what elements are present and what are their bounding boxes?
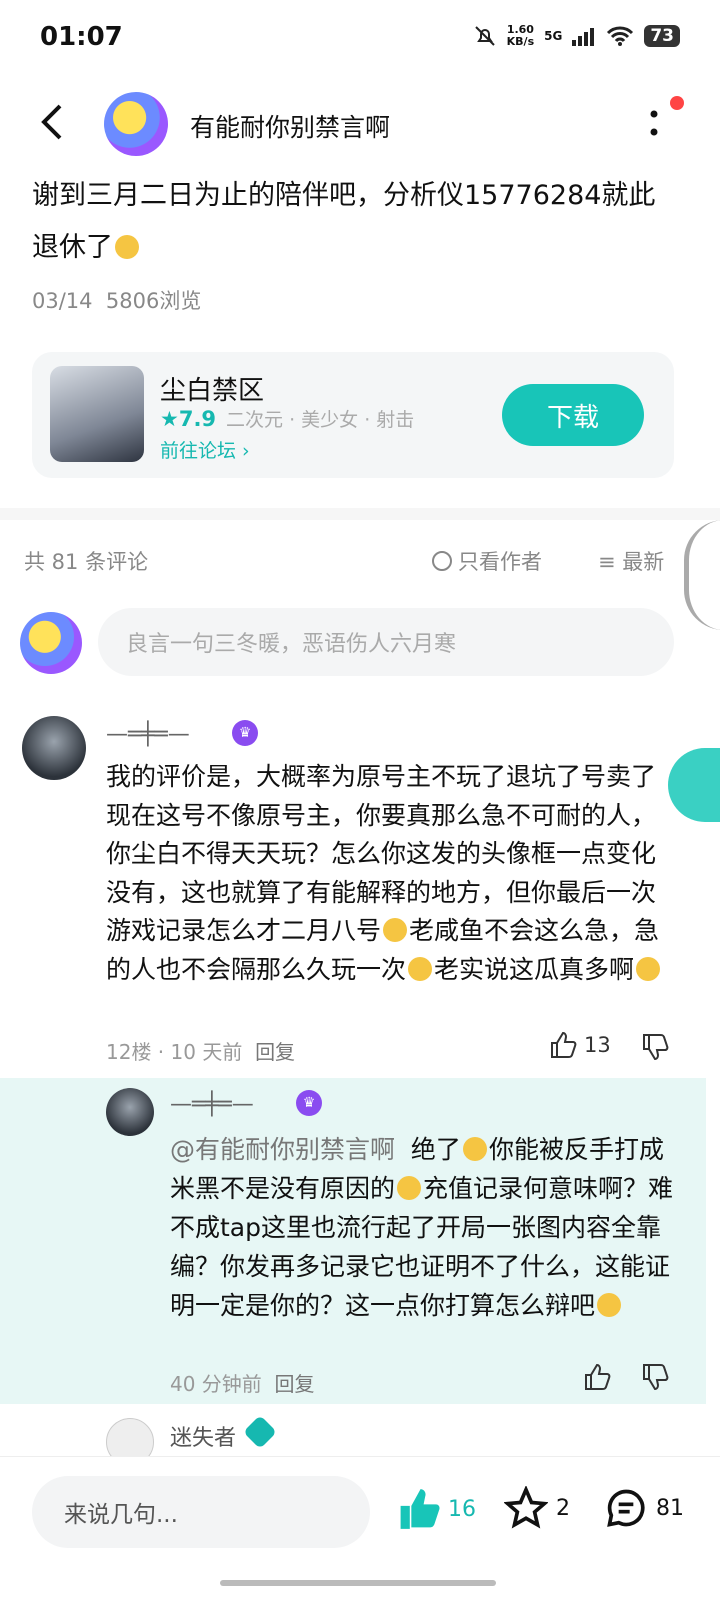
comment-input[interactable]: 良言一句三冬暖，恶语伤人六月寒 bbox=[98, 608, 674, 676]
emoji-icon bbox=[636, 956, 661, 981]
comment-bubble-icon bbox=[607, 1489, 645, 1527]
post-meta: 03/14 5806浏览 bbox=[32, 289, 202, 313]
reply-link[interactable]: 回复 bbox=[275, 1372, 315, 1396]
thumbs-up-icon[interactable] bbox=[582, 1362, 612, 1392]
network-type: 5G bbox=[544, 29, 563, 43]
trophy-badge-icon: ♛ bbox=[296, 1090, 322, 1116]
post-body: 谢到三月二日为止的陪伴吧，分析仪15776284就此退休了 bbox=[32, 180, 656, 263]
favorite-button[interactable]: 2 bbox=[504, 1486, 570, 1530]
trophy-badge-icon: ♛ bbox=[232, 720, 258, 746]
floating-chat-button[interactable] bbox=[668, 748, 720, 822]
comment-meta: 12楼 · 10 天前 回复 bbox=[106, 1040, 296, 1064]
wifi-icon bbox=[607, 26, 634, 46]
reply-text: @有能耐你别禁言啊 绝了 你能被反手打成米黑不是没有原因的 充值记录何意味啊？难不成… bbox=[170, 1135, 674, 1320]
commenter-name[interactable]: 迷失者 bbox=[170, 1420, 236, 1452]
home-indicator[interactable] bbox=[220, 1580, 496, 1586]
thumbs-up-filled-icon bbox=[400, 1489, 440, 1529]
status-time: 01:07 bbox=[40, 22, 123, 52]
emoji-icon bbox=[597, 1293, 622, 1317]
emoji-icon bbox=[462, 1137, 487, 1161]
forum-link[interactable]: 前往论坛 › bbox=[160, 436, 250, 463]
back-arrow-icon[interactable] bbox=[34, 100, 74, 144]
radio-circle-icon bbox=[432, 551, 452, 571]
verified-badge-icon bbox=[243, 1415, 277, 1449]
my-avatar bbox=[20, 612, 82, 674]
mention-link[interactable]: @有能耐你别禁言啊 bbox=[170, 1135, 395, 1164]
reply-link[interactable]: 回复 bbox=[255, 1040, 295, 1064]
comments-button[interactable]: 81 bbox=[604, 1486, 684, 1530]
section-divider bbox=[0, 508, 720, 520]
download-button[interactable]: 下载 bbox=[502, 384, 644, 446]
reply-meta: 40 分钟前 回复 bbox=[170, 1372, 315, 1396]
thumbs-down-icon[interactable] bbox=[640, 1362, 670, 1392]
game-tags: 二次元 · 美少女 · 射击 bbox=[226, 409, 415, 431]
reply-author[interactable]: —═╪═— bbox=[170, 1092, 254, 1117]
emoji-icon bbox=[383, 918, 408, 942]
game-icon[interactable] bbox=[50, 366, 144, 462]
status-icons: 1.60 KB/s 5G 73 bbox=[473, 24, 680, 48]
signal-icon bbox=[572, 28, 595, 46]
notification-dot bbox=[670, 96, 684, 110]
comment-count: 共 81 条评论 bbox=[24, 550, 149, 574]
battery-indicator: 73 bbox=[644, 25, 680, 47]
like-button[interactable]: 13 bbox=[548, 1030, 611, 1060]
commenter-name[interactable]: —═╪═— bbox=[106, 722, 190, 747]
post-like-button[interactable]: 16 bbox=[396, 1486, 476, 1532]
network-speed: 1.60 KB/s bbox=[506, 23, 535, 48]
only-author-toggle[interactable]: 只看作者 bbox=[432, 546, 542, 576]
star-icon bbox=[504, 1486, 548, 1529]
game-name: 尘白禁区 bbox=[160, 376, 265, 406]
say-something-input[interactable]: 来说几句... bbox=[32, 1476, 370, 1548]
scroll-handle[interactable] bbox=[684, 520, 720, 630]
thumbs-up-icon bbox=[551, 1031, 577, 1058]
author-avatar[interactable] bbox=[104, 92, 168, 156]
game-rating-row: ★7.9 二次元 · 美少女 · 射击 bbox=[160, 405, 414, 432]
author-name[interactable]: 有能耐你别禁言啊 bbox=[190, 108, 390, 144]
mute-bell-icon bbox=[474, 26, 495, 46]
comment-text: 我的评价是，大概率为原号主不玩了退坑了号卖了现在这号不像原号主，你要真那么急不可… bbox=[106, 762, 661, 984]
emoji-icon bbox=[115, 235, 139, 259]
emoji-icon bbox=[408, 956, 433, 981]
reply-avatar[interactable] bbox=[106, 1088, 154, 1136]
more-options-icon[interactable] bbox=[648, 108, 660, 138]
rating: ★7.9 bbox=[160, 406, 217, 431]
sort-toggle[interactable]: ≡ 最新 bbox=[598, 546, 664, 576]
commenter-avatar[interactable] bbox=[22, 716, 86, 780]
thumbs-down-icon[interactable] bbox=[640, 1032, 670, 1062]
emoji-icon bbox=[397, 1176, 422, 1200]
